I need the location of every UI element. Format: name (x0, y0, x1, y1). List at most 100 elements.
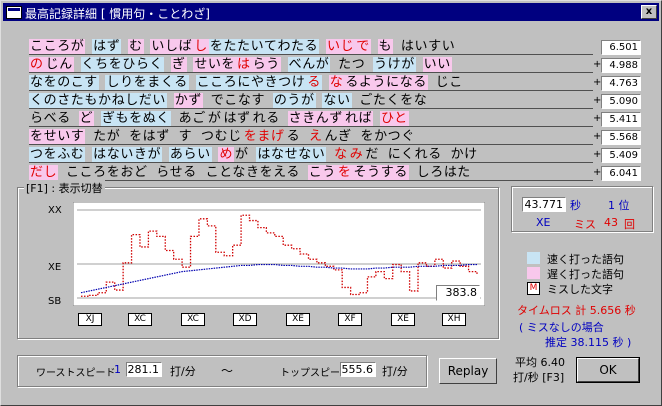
phrase: はいすい (400, 39, 456, 54)
phrase (428, 75, 435, 90)
phrase (373, 111, 380, 126)
fast-phrase: あらい (168, 147, 212, 162)
phrase (171, 129, 178, 144)
x-axis-label: XF (338, 313, 362, 326)
phrase (301, 165, 308, 180)
phrase: れる (252, 111, 280, 126)
phrase (322, 75, 329, 90)
phrase: らべる (30, 111, 71, 126)
phrase (371, 39, 378, 54)
window-icon (6, 6, 22, 19)
miss-mark-icon: M (527, 282, 540, 295)
fast-legend-label: 速く打った語句 (547, 253, 624, 266)
row-plus-sign: + (593, 167, 602, 178)
slow-legend-label: 遅く打った語句 (547, 268, 624, 281)
phrase: な (334, 147, 348, 162)
phrase (266, 93, 273, 108)
phrase: え (308, 129, 323, 144)
phrase (409, 165, 416, 180)
slow-phrase: を (336, 165, 353, 180)
replay-button[interactable]: Replay (439, 358, 497, 384)
worst-speed-label: ワーストスピード (36, 368, 116, 379)
slow-phrase: いしば (150, 39, 194, 54)
phrase: だ (365, 147, 379, 162)
phrase: こころをおど (65, 165, 148, 180)
slow-phrase: こう (307, 165, 337, 180)
phrase (443, 147, 450, 162)
slow-phrase: いじ (326, 39, 356, 54)
estimated-time: 推定 38.115 秒 ) (545, 336, 632, 349)
typed-text-row: だし こころをおど らせる ことなきをえる こうをそうする しろはた (29, 165, 593, 182)
x-axis-label: XE (286, 313, 310, 326)
phrase: たが (93, 129, 121, 144)
slow-phrase: いい (422, 57, 452, 72)
phrase (281, 57, 288, 72)
phrase (164, 57, 171, 72)
phrase (171, 111, 178, 126)
phrase: をまげ (243, 129, 285, 144)
phrase: あご (178, 111, 206, 126)
worst-speed-unit: 打/分 (170, 365, 196, 378)
phrase (319, 39, 326, 54)
close-button[interactable]: x (641, 5, 657, 19)
row-plus-sign: + (593, 131, 602, 142)
typed-text-row: のじん くちをひらく ぎ せいをはらう べんが たつ うけが いい (29, 57, 593, 74)
fast-phrase: しりをまくる (105, 75, 189, 90)
slow-phrase: かず (173, 93, 203, 108)
phrase: をかつぐ (360, 129, 415, 144)
window-title: 最高記録詳細 [ 慣用句・ことわざ] (25, 7, 210, 21)
phrase: しろはた (416, 165, 471, 180)
phrase: らせる (156, 165, 197, 180)
x-axis-label: XJ (78, 313, 102, 326)
phrase (380, 147, 387, 162)
fast-phrase: べんが (287, 57, 331, 72)
row-time: 6.501 (601, 40, 641, 55)
slow-phrase: ぎ (170, 57, 187, 72)
fast-phrase: る (306, 75, 322, 90)
phrase: ごたくをな (359, 93, 428, 108)
typed-text-row: なをのこす しりをまくる こころにやきつける なるようになる じこ (29, 75, 593, 92)
ok-button[interactable]: OK (576, 357, 640, 383)
phrase: が (207, 111, 222, 126)
row-time: 5.411 (601, 112, 641, 127)
phrase (193, 129, 200, 144)
fast-phrase: をたたいてわたる (208, 39, 320, 54)
slow-phrase: こころが (29, 39, 86, 54)
row-time: 4.763 (601, 76, 641, 91)
slow-phrase: るようになる (344, 75, 428, 90)
phrase (72, 111, 79, 126)
slow-phrase: め (218, 147, 235, 162)
miss-label: ミス (574, 218, 596, 231)
fast-phrase: こころにやきつけ (195, 75, 307, 90)
phrase: つむじ (200, 129, 242, 144)
y-label-top: XX (48, 205, 62, 216)
slow-phrase: む (128, 39, 144, 54)
phrase: る (286, 129, 301, 144)
graph-toggle-label[interactable]: [F1] : 表示切替 (24, 180, 105, 196)
slow-phrase: をせいす (29, 129, 86, 144)
typed-text-row: つをふむ はないきが あらい めが はなせない なみだ にくれる かけ (29, 147, 593, 164)
phrase (281, 111, 288, 126)
average-speed: 平均 6.40 (515, 356, 565, 369)
graph-readout: 383.8 (436, 285, 480, 301)
fast-phrase: くのさたもかねしだい (29, 93, 168, 108)
phrase (189, 75, 196, 90)
slow-phrase: せいを (193, 57, 237, 72)
top-speed-unit: 打/分 (382, 365, 408, 378)
typed-text-row: くのさたもかねしだい かず でこなす のうが ない ごたくをな (29, 93, 593, 110)
typed-text-row: こころが はず む いしばしをたたいてわたる いじで も はいすい (29, 39, 593, 56)
phrase: じこ (435, 75, 463, 90)
fast-phrase: はないきが (92, 147, 163, 162)
phrase: す (178, 129, 193, 144)
slow-phrase: そうする (352, 165, 409, 180)
row-time: 5.568 (601, 130, 641, 145)
slow-phrase: も (377, 39, 394, 54)
timeloss-note: ( ミスなしの場合 (519, 321, 604, 334)
fast-swatch (527, 252, 540, 264)
phrase: ことなきをえる (205, 165, 300, 180)
phrase (58, 165, 65, 180)
phrase (198, 165, 205, 180)
phrase: たつ (338, 57, 366, 72)
summary-box: 43.771 秒 1 位 XE ミス 43 回 (511, 186, 653, 232)
title-bar: 最高記録詳細 [ 慣用句・ことわざ] x (3, 3, 659, 21)
